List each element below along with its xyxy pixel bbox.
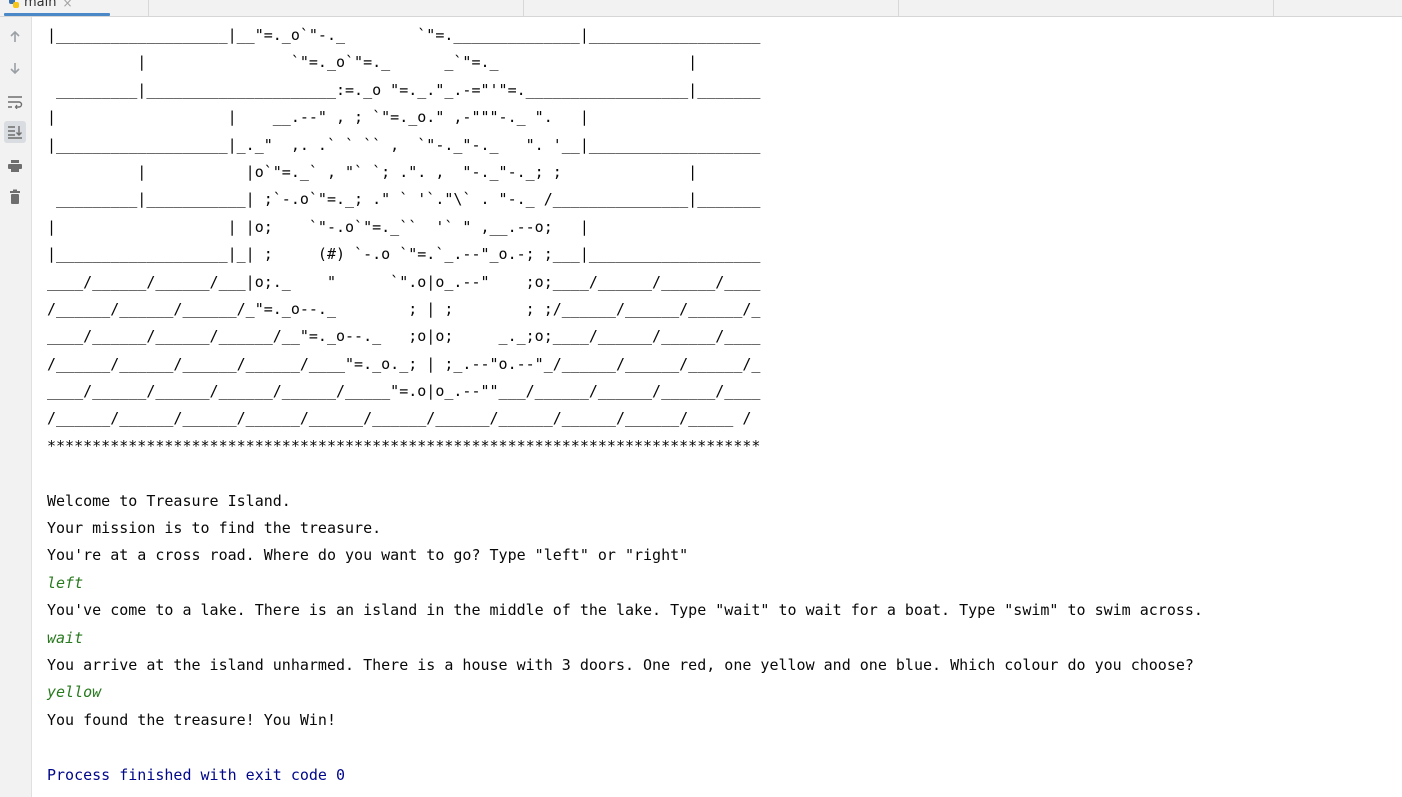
- output-line: You're at a cross road. Where do you wan…: [47, 546, 689, 565]
- ascii-art: |___________________|__"=._o`"-._ `"=.__…: [47, 22, 1203, 460]
- ascii-art-line: _________|___________| ;`-.o`"=._; ." ` …: [47, 190, 761, 209]
- trash-icon[interactable]: [4, 186, 26, 208]
- soft-wrap-icon[interactable]: [4, 91, 26, 113]
- ascii-art-line: ****************************************…: [47, 436, 761, 455]
- ascii-art-line: | | __.--" , ; `"=._o." ,-"""-._ ". |: [47, 108, 589, 127]
- print-icon[interactable]: [4, 155, 26, 177]
- output-line: You arrive at the island unharmed. There…: [47, 655, 1194, 674]
- ascii-art-line: /______/______/______/_"=._o--._ ; | ; ;…: [47, 299, 761, 318]
- tab-divider: [1273, 0, 1274, 16]
- tab-divider: [898, 0, 899, 16]
- console-output: |___________________|__"=._o`"-._ `"=.__…: [47, 22, 1203, 789]
- user-input-line: left: [47, 573, 84, 592]
- console-toolbar: [0, 17, 32, 797]
- ascii-art-line: ____/______/______/______/__"=._o--._ ;o…: [47, 327, 761, 346]
- output-line: Your mission is to find the treasure.: [47, 519, 382, 538]
- ascii-art-line: | |o`"=._` , "` `; .". , "-._"-._; ; |: [47, 162, 698, 181]
- user-input-line: wait: [47, 628, 84, 647]
- python-icon: [9, 0, 19, 8]
- output-line: You found the treasure! You Win!: [47, 710, 336, 729]
- down-arrow-icon[interactable]: [4, 57, 26, 79]
- ascii-art-line: ____/______/______/______/______/_____"=…: [47, 382, 761, 401]
- ascii-art-line: /______/______/______/______/______/____…: [47, 409, 752, 428]
- ascii-art-line: |___________________|__"=._o`"-._ `"=.__…: [47, 26, 761, 44]
- user-input-line: yellow: [47, 683, 102, 702]
- output-line: Welcome to Treasure Island.: [47, 491, 291, 510]
- scroll-to-end-icon[interactable]: [4, 121, 26, 143]
- tab-divider: [148, 0, 149, 16]
- output-line: You've come to a lake. There is an islan…: [47, 601, 1203, 620]
- program-output: Welcome to Treasure Island. Your mission …: [47, 460, 1203, 789]
- ascii-art-line: |___________________|_| ; (#) `-.o `"=.`…: [47, 245, 761, 264]
- active-tab-indicator: [4, 13, 110, 16]
- tab-divider: [523, 0, 524, 16]
- process-exit-line: Process finished with exit code 0: [47, 765, 346, 784]
- ascii-art-line: _________|_____________________:=._o "=.…: [47, 80, 761, 99]
- ascii-art-line: | | |o; `"-.o`"=._`` '` " ,__.--o; |: [47, 217, 589, 236]
- ascii-art-line: | `"=._o`"=._ _`"=._ |: [47, 53, 698, 72]
- tab-label: main: [24, 0, 57, 10]
- close-icon[interactable]: ×: [62, 0, 72, 12]
- run-tab-bar: main ×: [0, 0, 1402, 17]
- ascii-art-line: /______/______/______/______/____"=._o._…: [47, 354, 761, 373]
- ascii-art-line: |___________________|_._" ,. .` ` `` , `…: [47, 135, 761, 154]
- tab-main[interactable]: main ×: [6, 0, 81, 12]
- ascii-art-line: ____/______/______/___|o;._ " `".o|o_.--…: [47, 272, 761, 291]
- up-arrow-icon[interactable]: [4, 26, 26, 48]
